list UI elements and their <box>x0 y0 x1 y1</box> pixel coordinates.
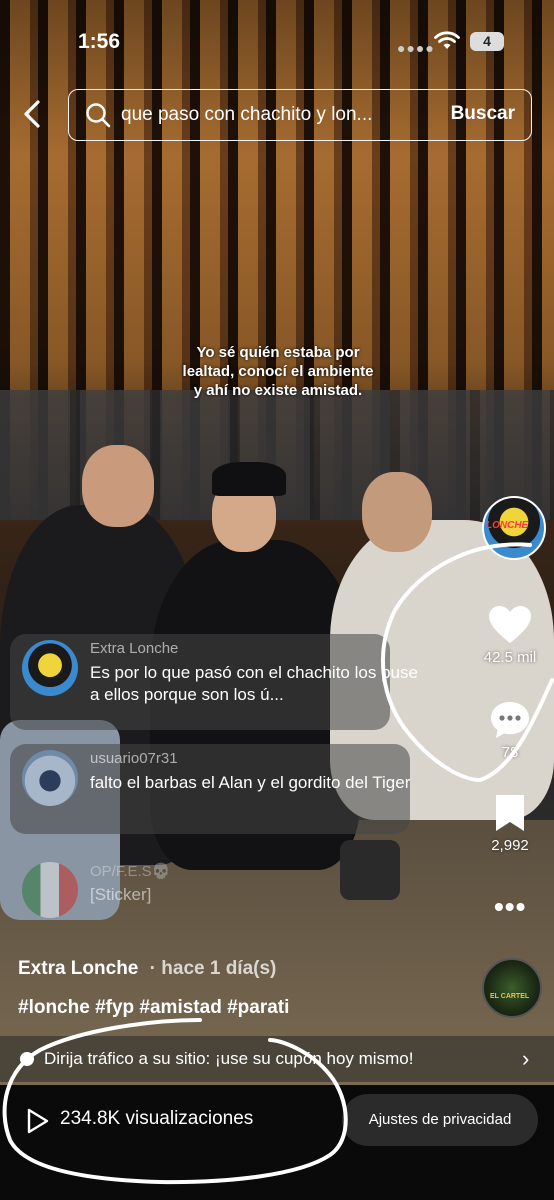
save-count: 2,992 <box>491 837 529 854</box>
comment-count: 78 <box>501 744 519 761</box>
heart-icon <box>489 606 531 643</box>
bookmark-icon <box>496 795 524 831</box>
privacy-button-label: Ajustes de privacidad <box>368 1111 512 1128</box>
commenter-avatar[interactable] <box>22 750 78 806</box>
status-bar: 1:56 ●●●● 4 <box>0 0 554 82</box>
chevron-right-icon: › <box>522 1046 530 1071</box>
comment-item[interactable]: OP/F.E.S💀 [Sticker] <box>22 862 402 922</box>
favorite-button[interactable]: 2,992 <box>470 793 550 854</box>
view-count: 234.8K visualizaciones <box>60 1108 254 1129</box>
more-options-icon[interactable]: ••• <box>494 893 526 921</box>
music-disc[interactable]: EL CARTEL <box>482 958 542 1018</box>
commenter-avatar[interactable] <box>22 862 78 918</box>
video-frame[interactable] <box>0 0 554 1085</box>
clock: 1:56 <box>78 30 121 53</box>
comment-item[interactable]: usuario07r31 falto el barbas el Alan y e… <box>22 750 422 840</box>
privacy-settings-button[interactable]: Ajustes de privacidad <box>342 1094 538 1146</box>
signal-icon: ●●●● <box>397 40 435 56</box>
promo-dot-icon <box>20 1052 34 1066</box>
comment-text: [Sticker] <box>90 885 152 904</box>
person-center-cap <box>212 462 286 496</box>
post-time: hace 1 día(s) <box>161 958 277 979</box>
person-right-head <box>362 472 432 552</box>
commenter-name[interactable]: Extra Lonche <box>90 640 178 657</box>
music-disc-text: EL CARTEL <box>490 993 530 1000</box>
commenter-avatar[interactable] <box>22 640 78 696</box>
like-button[interactable]: 42.5 mil <box>470 605 550 666</box>
hashtags[interactable]: #lonche #fyp #amistad #parati <box>18 997 289 1019</box>
play-icon <box>27 1108 49 1134</box>
comment-button[interactable]: 78 <box>470 700 550 761</box>
wifi-icon <box>434 31 460 49</box>
back-arrow-icon[interactable] <box>20 98 46 130</box>
like-count: 42.5 mil <box>483 649 537 666</box>
person-left-head <box>82 445 154 527</box>
creator-avatar[interactable]: LONCHE <box>482 496 546 560</box>
search-input[interactable]: que paso con chachito y lon... Buscar <box>68 89 532 141</box>
author-name[interactable]: Extra Lonche <box>18 958 138 979</box>
commenter-name[interactable]: usuario07r31 <box>90 750 178 767</box>
separator: · <box>149 958 156 979</box>
promo-text: Dirija tráfico a su sitio: ¡use su cupón… <box>44 1049 414 1068</box>
comment-bubble-icon <box>491 702 529 738</box>
comment-text: falto el barbas el Alan y el gordito del… <box>90 773 411 792</box>
search-button[interactable]: Buscar <box>451 103 515 125</box>
commenter-name[interactable]: OP/F.E.S💀 <box>90 862 170 880</box>
video-caption: Yo sé quién estaba por lealtad, conocí e… <box>182 344 374 399</box>
battery-icon: 4 <box>470 32 504 51</box>
comment-text: Es por lo que pasó con el chachito los p… <box>90 663 418 704</box>
creator-avatar-text: LONCHE <box>486 520 529 531</box>
search-query[interactable]: que paso con chachito y lon... <box>121 104 411 126</box>
comment-item[interactable]: Extra Lonche Es por lo que pasó con el c… <box>22 640 418 730</box>
post-author-line: Extra Lonche · hace 1 día(s) <box>18 958 276 980</box>
search-icon <box>86 103 111 128</box>
promo-banner[interactable]: Dirija tráfico a su sitio: ¡use su cupón… <box>0 1036 554 1082</box>
